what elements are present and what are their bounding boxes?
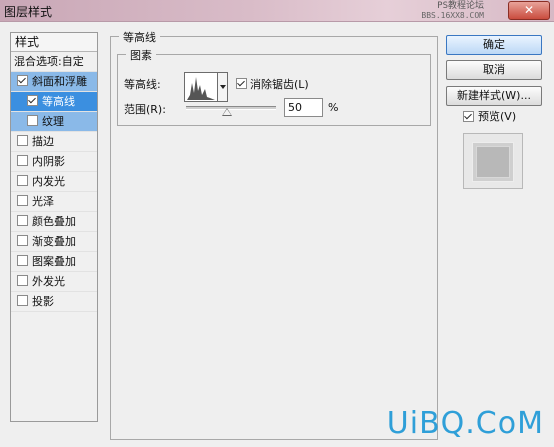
contour-row: 等高线: 消除锯齿(L) [124, 72, 424, 102]
list-item-pattern-overlay[interactable]: 图案叠加 [11, 252, 97, 272]
elements-subgroup-title: 图素 [126, 47, 156, 63]
list-item-inner-shadow[interactable]: 内阴影 [11, 152, 97, 172]
list-item-satin[interactable]: 光泽 [11, 192, 97, 212]
pattern-overlay-checkbox[interactable] [17, 255, 28, 266]
bevel-emboss-checkbox[interactable] [17, 75, 28, 86]
range-row: 范围(R): 50 % [124, 98, 424, 121]
list-item-bevel-emboss[interactable]: 斜面和浮雕 [11, 72, 97, 92]
contour-dropdown-button[interactable] [218, 72, 228, 102]
brand-logo: UiBQ.CoM [386, 406, 544, 441]
drop-shadow-checkbox[interactable] [17, 295, 28, 306]
inner-shadow-checkbox[interactable] [17, 155, 28, 166]
range-unit: % [328, 101, 339, 114]
list-item-label: 图案叠加 [32, 255, 76, 268]
cancel-button[interactable]: 取消 [446, 60, 542, 80]
elements-subgroup: 图素 等高线: 消除锯齿(L) 范围(R): 50 % [117, 47, 431, 126]
close-icon: ✕ [523, 3, 535, 17]
layer-style-dialog: 样式 混合选项:自定 斜面和浮雕 等高线 纹理 描边 内阴影 内发光 光泽 颜色… [0, 22, 554, 447]
list-item-label: 颜色叠加 [32, 215, 76, 228]
contour-group-title: 等高线 [119, 29, 160, 45]
preview-label[interactable]: 预览(V) [478, 108, 516, 124]
list-item-label: 投影 [32, 295, 54, 308]
style-preview-swatch [476, 146, 510, 178]
list-item-outer-glow[interactable]: 外发光 [11, 272, 97, 292]
title-bar: 图层样式 PS教程论坛 BBS.16XX8.COM ✕ [0, 0, 554, 22]
list-item-stroke[interactable]: 描边 [11, 132, 97, 152]
contour-curve-icon [187, 77, 215, 100]
close-button[interactable]: ✕ [508, 1, 550, 20]
list-item-texture[interactable]: 纹理 [11, 112, 97, 132]
range-label: 范围(R): [124, 103, 166, 116]
list-item-blending-options[interactable]: 混合选项:自定 [11, 52, 97, 72]
style-preview [463, 133, 523, 189]
list-item-label: 光泽 [32, 195, 54, 208]
watermark: PS教程论坛 BBS.16XX8.COM [374, 1, 484, 21]
list-item-inner-glow[interactable]: 内发光 [11, 172, 97, 192]
contour-checkbox[interactable] [27, 95, 38, 106]
style-list-header[interactable]: 样式 [11, 33, 97, 52]
list-item-label: 内发光 [32, 175, 65, 188]
list-item-label: 渐变叠加 [32, 235, 76, 248]
anti-alias-label[interactable]: 消除锯齿(L) [250, 76, 309, 92]
inner-glow-checkbox[interactable] [17, 175, 28, 186]
ok-button[interactable]: 确定 [446, 35, 542, 55]
list-item-contour[interactable]: 等高线 [11, 92, 97, 112]
watermark-line1: PS教程论坛 [437, 1, 484, 11]
list-item-label: 纹理 [42, 115, 64, 128]
list-item-color-overlay[interactable]: 颜色叠加 [11, 212, 97, 232]
stroke-checkbox[interactable] [17, 135, 28, 146]
list-item-gradient-overlay[interactable]: 渐变叠加 [11, 232, 97, 252]
list-item-label: 描边 [32, 135, 54, 148]
range-input[interactable]: 50 [284, 98, 323, 117]
texture-checkbox[interactable] [27, 115, 38, 126]
new-style-button[interactable]: 新建样式(W)... [446, 86, 542, 106]
gradient-overlay-checkbox[interactable] [17, 235, 28, 246]
outer-glow-checkbox[interactable] [17, 275, 28, 286]
color-overlay-checkbox[interactable] [17, 215, 28, 226]
window-title: 图层样式 [4, 5, 53, 19]
list-item-label: 等高线 [42, 95, 75, 108]
list-item-label: 内阴影 [32, 155, 65, 168]
satin-checkbox[interactable] [17, 195, 28, 206]
list-item-label: 外发光 [32, 275, 65, 288]
list-item-label: 斜面和浮雕 [32, 75, 87, 88]
range-slider-thumb[interactable] [222, 108, 232, 116]
anti-alias-checkbox[interactable] [236, 78, 247, 89]
contour-label: 等高线: [124, 78, 161, 91]
style-list: 样式 混合选项:自定 斜面和浮雕 等高线 纹理 描边 内阴影 内发光 光泽 颜色… [10, 32, 98, 422]
list-item-label: 混合选项:自定 [14, 55, 84, 68]
preview-checkbox[interactable] [463, 111, 474, 122]
watermark-line2: BBS.16XX8.COM [421, 11, 484, 20]
contour-preview[interactable] [184, 72, 218, 102]
contour-group: 等高线 图素 等高线: 消除锯齿(L) 范围(R): 50 % [110, 29, 438, 440]
list-item-drop-shadow[interactable]: 投影 [11, 292, 97, 312]
